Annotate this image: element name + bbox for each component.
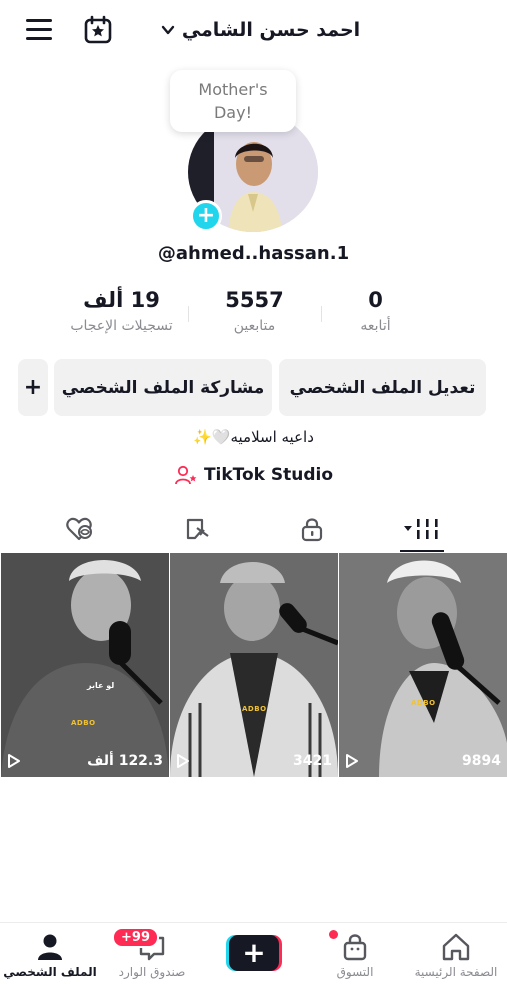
video-overlay-text: ADBO <box>71 719 96 727</box>
play-icon <box>8 754 20 768</box>
video-thumbnail[interactable]: ADBO 3421 <box>170 553 338 777</box>
shopping-bag-icon <box>343 934 367 961</box>
following-stat[interactable]: 0 أتابعه <box>309 288 442 334</box>
likes-count: 19 ألف <box>83 288 160 312</box>
videos-grid-icon <box>404 519 438 539</box>
following-count: 0 <box>368 288 383 312</box>
tab-reposts[interactable] <box>168 506 228 552</box>
followers-stat[interactable]: 5557 متابعين <box>188 288 321 334</box>
add-story-button[interactable]: + <box>190 200 222 232</box>
view-count: 122.3 ألف <box>87 753 163 769</box>
profile-page: احمد حسن الشامي Mother's Day! + @ahmed..… <box>0 0 507 1000</box>
lock-icon <box>301 518 323 542</box>
video-views: 9894 <box>345 752 501 770</box>
view-count: 9894 <box>462 753 501 769</box>
username-switcher[interactable]: احمد حسن الشامي <box>150 15 370 45</box>
video-thumbnail-image <box>170 553 338 777</box>
tab-videos[interactable] <box>392 506 452 552</box>
likes-label: تسجيلات الإعجاب <box>70 318 173 334</box>
nav-inbox-label: صندوق الوارد <box>118 965 186 979</box>
play-icon <box>346 754 358 768</box>
menu-icon[interactable] <box>26 19 52 41</box>
nav-profile-label: الملف الشخصي <box>3 965 97 979</box>
shop-notification-dot <box>329 930 338 939</box>
bottom-navigation: الصفحة الرئيسية التسوق + صندوق الوارد +9… <box>0 922 507 1000</box>
home-icon <box>442 933 470 961</box>
repost-icon <box>186 518 209 540</box>
video-thumbnail[interactable]: لو عابر ADBO 122.3 ألف <box>1 553 169 777</box>
create-button[interactable]: + <box>226 935 282 971</box>
edit-profile-button[interactable]: تعديل الملف الشخصي <box>279 359 486 416</box>
username-title: احمد حسن الشامي <box>181 19 361 41</box>
liked-icon <box>66 517 92 541</box>
nav-shop[interactable]: التسوق <box>305 931 405 979</box>
chevron-down-icon <box>161 25 175 35</box>
create-plus-icon: + <box>242 936 265 969</box>
calendar-star-icon[interactable] <box>82 14 114 46</box>
profile-handle: @ahmed..hassan.1 <box>157 243 350 264</box>
add-friends-button[interactable]: + <box>18 359 48 416</box>
video-overlay-text: ADBO <box>411 699 436 707</box>
profile-stats: 19 ألف تسجيلات الإعجاب 5557 متابعين 0 أت… <box>55 288 455 348</box>
likes-stat[interactable]: 19 ألف تسجيلات الإعجاب <box>55 288 188 334</box>
inbox-badge: +99 <box>112 927 159 948</box>
view-count: 3421 <box>293 753 332 769</box>
video-thumbnail[interactable]: ADBO 9894 <box>339 553 507 777</box>
studio-user-icon <box>175 465 197 485</box>
top-bar: احمد حسن الشامي <box>0 0 507 60</box>
tab-liked[interactable] <box>50 506 110 552</box>
video-overlay-text: ADBO <box>242 705 267 713</box>
active-tab-indicator <box>400 550 444 552</box>
video-grid: ADBO 9894 ADBO 3421 لو عابر ADBO 122.3 أ… <box>0 553 507 777</box>
profile-bio: داعيه اسلاميه🤍✨ <box>193 428 314 446</box>
following-label: أتابعه <box>360 318 391 334</box>
video-thumbnail-image <box>1 553 169 777</box>
studio-label: TikTok Studio <box>203 465 334 485</box>
video-views: 122.3 ألف <box>7 752 163 770</box>
tiktok-studio-link[interactable]: TikTok Studio <box>0 462 507 488</box>
video-caption: لو عابر <box>87 681 115 690</box>
followers-label: متابعين <box>233 318 276 334</box>
profile-icon <box>38 934 62 960</box>
nav-home[interactable]: الصفحة الرئيسية <box>406 931 506 979</box>
tab-private[interactable] <box>282 506 342 552</box>
play-icon <box>177 754 189 768</box>
nav-home-label: الصفحة الرئيسية <box>414 965 498 979</box>
content-tabs <box>0 506 507 552</box>
video-views: 3421 <box>176 752 332 770</box>
nav-profile[interactable]: الملف الشخصي <box>0 931 100 979</box>
profile-note-bubble[interactable]: Mother's Day! <box>170 70 296 132</box>
video-thumbnail-image <box>339 553 507 777</box>
followers-count: 5557 <box>225 288 284 312</box>
share-profile-button[interactable]: مشاركة الملف الشخصي <box>54 359 272 416</box>
nav-shop-label: التسوق <box>336 965 374 979</box>
